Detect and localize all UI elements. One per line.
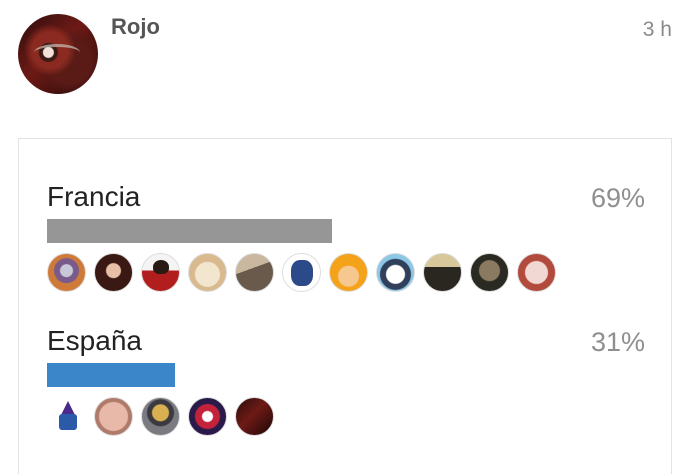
author-name[interactable]: Rojo	[111, 14, 160, 40]
voter-avatar[interactable]	[188, 253, 227, 292]
voter-avatar[interactable]	[235, 253, 274, 292]
voter-avatar[interactable]	[94, 397, 133, 436]
poll-bar-fill	[47, 219, 332, 243]
post-time[interactable]: 3 h	[643, 18, 672, 42]
author-avatar[interactable]	[18, 14, 98, 94]
voter-avatar[interactable]	[141, 397, 180, 436]
poll-bar-track	[47, 363, 645, 387]
voter-avatar[interactable]	[94, 253, 133, 292]
voter-avatar[interactable]	[47, 397, 86, 436]
poll-bar-fill	[47, 363, 175, 387]
voter-avatar[interactable]	[235, 397, 274, 436]
poll-bar-track	[47, 219, 645, 243]
poll-option-label: Francia	[47, 181, 141, 212]
voter-avatar[interactable]	[470, 253, 509, 292]
poll-option-percent: 31%	[590, 327, 645, 357]
post-header: Rojo 3 h	[0, 0, 690, 110]
voter-avatar[interactable]	[188, 397, 227, 436]
voter-avatars	[47, 253, 556, 293]
poll-option-label: España	[47, 325, 142, 356]
poll-card: Francia 69% España 31%	[18, 138, 672, 474]
voter-avatar[interactable]	[423, 253, 462, 292]
voter-avatar[interactable]	[329, 253, 368, 292]
voter-avatars	[47, 397, 274, 437]
poll-option-percent: 69%	[590, 183, 645, 213]
voter-avatar[interactable]	[517, 253, 556, 292]
voter-avatar[interactable]	[376, 253, 415, 292]
voter-avatar[interactable]	[141, 253, 180, 292]
voter-avatar[interactable]	[282, 253, 321, 292]
voter-avatar[interactable]	[47, 253, 86, 292]
